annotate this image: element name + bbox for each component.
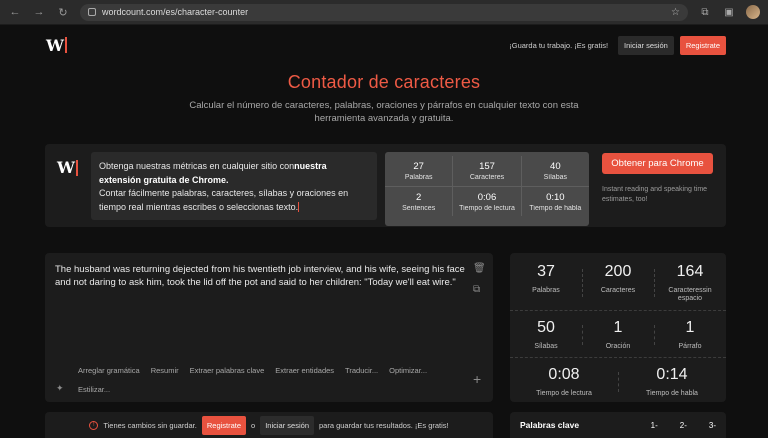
sidebar-icon[interactable]: ▣	[722, 5, 736, 19]
site-logo[interactable]: W	[46, 36, 67, 55]
stat-words: 37 Palabras	[532, 263, 560, 294]
stat-syllables: 50 Sílabas	[534, 319, 558, 350]
stat-sentences: 1 Oración	[582, 319, 654, 351]
text-editor: The husband was returning dejected from …	[45, 253, 493, 402]
site-header: W ¡Guarda tu trabajo. ¡Es gratis! Inicia…	[0, 25, 768, 65]
promo-stats: 27 Palabras 157 Caracteres 40 Sílabas 2 Sent…	[385, 152, 589, 226]
tool-extract-entities[interactable]: Extraer entidades	[275, 366, 334, 375]
save-work-message: ¡Guarda tu trabajo. ¡Es gratis!	[509, 40, 609, 50]
page-subtitle: Calcular el número de caracteres, palabr…	[189, 100, 579, 124]
tool-extract-keywords[interactable]: Extraer palabras clave	[190, 366, 265, 375]
promo-logo: W	[57, 158, 78, 177]
browser-toolbar: ← → ↻ wordcount.com/es/character-counter…	[0, 0, 768, 25]
ai-tools-bar: Arreglar gramática Resumir Extraer palab…	[78, 366, 427, 375]
hero-section: Contador de caracteres Calcular el númer…	[0, 72, 768, 125]
promo-stat: 2 Sentences	[402, 191, 436, 212]
promo-text-intro: Obtenga nuestras métricas en cualquier s…	[99, 161, 295, 171]
logo-letter: W	[46, 35, 64, 55]
stat-speaking-time: 0:14 Tiempo de habla	[618, 366, 726, 398]
keyword-option-2[interactable]: 2-	[680, 421, 687, 430]
tool-translate[interactable]: Traducir...	[345, 366, 378, 375]
bookmark-star-icon[interactable]: ☆	[671, 7, 680, 18]
promo-stat: 27 Palabras	[404, 161, 433, 181]
unsaved-login-button[interactable]: Iniciar sesión	[260, 415, 314, 435]
plus-icon[interactable]: +	[473, 371, 481, 387]
tool-fix-grammar[interactable]: Arreglar gramática	[78, 366, 140, 375]
get-for-chrome-button[interactable]: Obtener para Chrome	[602, 153, 713, 174]
promo-stat: 157 Caracteres	[452, 156, 520, 186]
text-input-area[interactable]: The husband was returning dejected from …	[55, 263, 465, 289]
forward-icon[interactable]: →	[32, 5, 46, 19]
trash-icon[interactable]: 🗑	[473, 263, 486, 274]
stat-characters: 200 Caracteres	[582, 263, 654, 303]
promo-text: Obtenga nuestras métricas en cualquier s…	[91, 152, 377, 220]
promo-logo-letter: W	[57, 158, 75, 177]
extensions-icon[interactable]: ⧉	[698, 5, 712, 19]
unsaved-message: Tienes cambios sin guardar.	[103, 420, 197, 430]
promo-stat: 0:06 Tiempo de lectura	[452, 187, 520, 216]
promo-stat: 40 Sílabas	[520, 156, 589, 186]
warning-icon: !	[89, 420, 99, 430]
promo-note: Instant reading and speaking time estima…	[602, 186, 708, 203]
reload-icon[interactable]: ↻	[56, 5, 70, 19]
stat-reading-time: 0:08 Tiempo de lectura	[536, 366, 592, 397]
register-button[interactable]: Registrate	[679, 35, 726, 55]
keyword-option-3[interactable]: 3-	[709, 421, 716, 430]
copy-icon[interactable]: ⧉	[473, 284, 480, 295]
site-info-icon[interactable]	[88, 8, 96, 16]
tool-optimize[interactable]: Optimizar...	[389, 366, 427, 375]
tool-summarize[interactable]: Resumir	[151, 366, 179, 375]
url-text: wordcount.com/es/character-counter	[102, 7, 249, 17]
login-button[interactable]: Iniciar sesión	[618, 35, 674, 55]
back-icon[interactable]: ←	[8, 5, 22, 19]
unsaved-suffix: para guardar tus resultados. ¡Es gratis!	[319, 420, 449, 430]
promo-text-body: Contar fácilmente palabras, caracteres, …	[99, 188, 349, 212]
stats-panel: 37 Palabras 200 Caracteres 164 Caracteressi…	[510, 253, 726, 402]
keyword-option-1[interactable]: 1-	[651, 421, 658, 430]
unsaved-register-button[interactable]: Registrate	[201, 415, 247, 435]
promo-stat: 0:10 Tiempo de habla	[520, 187, 589, 216]
unsaved-changes-bar: ! Tienes cambios sin guardar. Registrate…	[45, 412, 493, 438]
keywords-panel: Palabras clave 1- 2- 3-	[510, 412, 726, 438]
tool-stylize[interactable]: Estilizar...	[78, 385, 110, 394]
page-title: Contador de caracteres	[287, 72, 481, 92]
stat-characters-no-space: 164 Caracteressin espacio	[654, 263, 726, 303]
address-bar[interactable]: wordcount.com/es/character-counter ☆	[80, 3, 688, 21]
sparkle-icon: ✦	[56, 383, 64, 393]
or-text: o	[251, 420, 256, 430]
keywords-title: Palabras clave	[520, 420, 580, 430]
stat-paragraphs: 1 Párrafo	[654, 319, 726, 351]
profile-avatar[interactable]	[746, 5, 760, 19]
extension-promo: W Obtenga nuestras métricas en cualquier…	[45, 144, 726, 227]
